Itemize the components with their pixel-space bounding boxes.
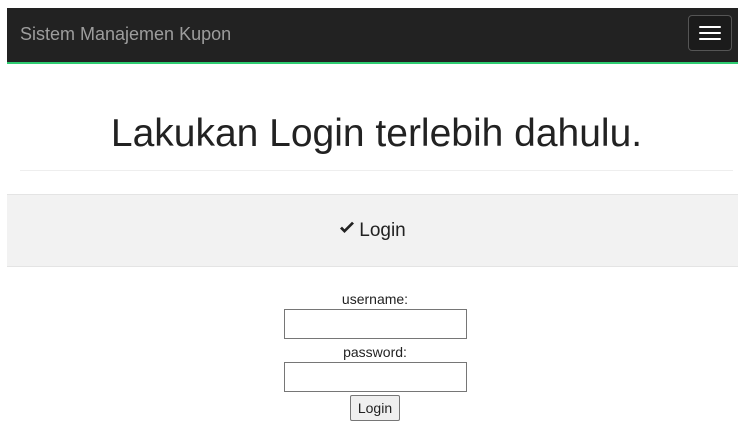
navbar: Sistem Manajemen Kupon [7, 8, 738, 64]
login-submit-button[interactable]: Login [349, 395, 401, 421]
page-title: Lakukan Login terlebih dahulu. [20, 110, 733, 171]
page-title-text: Lakukan Login terlebih dahulu. [110, 112, 643, 155]
login-panel-heading: Login [7, 194, 738, 267]
navbar-toggle-button[interactable] [688, 15, 732, 51]
navbar-brand[interactable]: Sistem Manajemen Kupon [20, 23, 231, 45]
username-label: username: [341, 291, 409, 307]
username-input[interactable] [283, 309, 467, 339]
login-form: username: password: Login [0, 289, 738, 421]
password-label: password: [343, 344, 407, 360]
password-input[interactable] [283, 362, 467, 392]
checkmark-icon [339, 194, 355, 265]
login-panel-title: Login [359, 220, 406, 241]
